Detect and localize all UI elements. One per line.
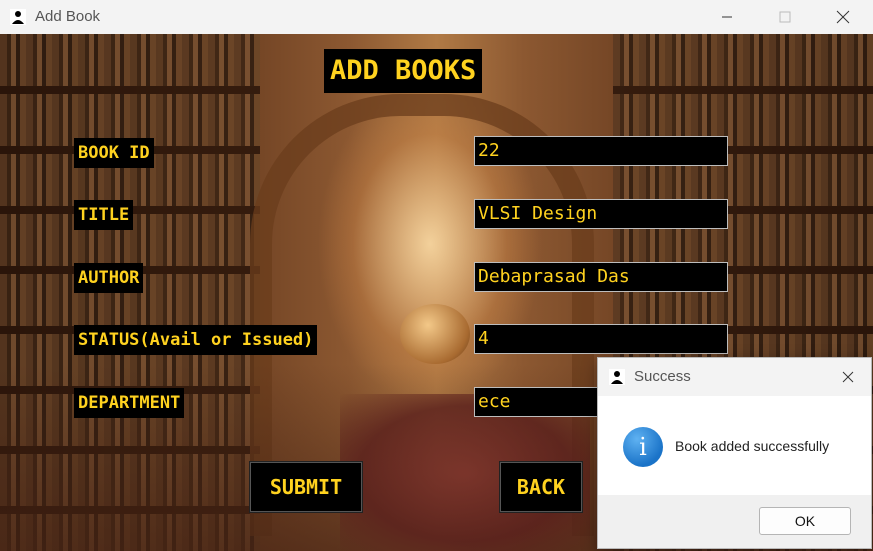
department-label: DEPARTMENT — [74, 388, 185, 418]
book-id-label: BOOK ID — [74, 138, 154, 168]
title-label: TITLE — [74, 200, 134, 230]
status-label: STATUS(Avail or Issued) — [74, 325, 318, 355]
dialog-message: Book added successfully — [675, 438, 830, 454]
dialog-close-button[interactable] — [833, 364, 863, 390]
info-icon: i — [623, 427, 663, 467]
maximize-button[interactable] — [758, 0, 812, 34]
author-label: AUTHOR — [74, 263, 144, 293]
window-titlebar: Add Book — [0, 0, 873, 34]
window-title: Add Book — [35, 8, 101, 25]
dialog-title: Success — [634, 368, 691, 385]
page-heading: ADD BOOKS — [324, 49, 483, 93]
title-field[interactable]: VLSI Design — [474, 199, 728, 229]
globe — [400, 304, 470, 364]
success-dialog: Success i Book added successfully OK — [597, 357, 872, 549]
ok-button[interactable]: OK — [759, 507, 851, 535]
close-button[interactable] — [816, 0, 870, 34]
status-field[interactable]: 4 — [474, 324, 728, 354]
book-id-field[interactable]: 22 — [474, 136, 728, 166]
java-app-icon — [609, 369, 625, 385]
author-field[interactable]: Debaprasad Das — [474, 262, 728, 292]
back-button[interactable]: BACK — [500, 462, 582, 512]
java-app-icon — [10, 9, 26, 25]
submit-button[interactable]: SUBMIT — [250, 462, 362, 512]
dialog-titlebar: Success — [598, 358, 871, 396]
minimize-button[interactable] — [700, 0, 754, 34]
